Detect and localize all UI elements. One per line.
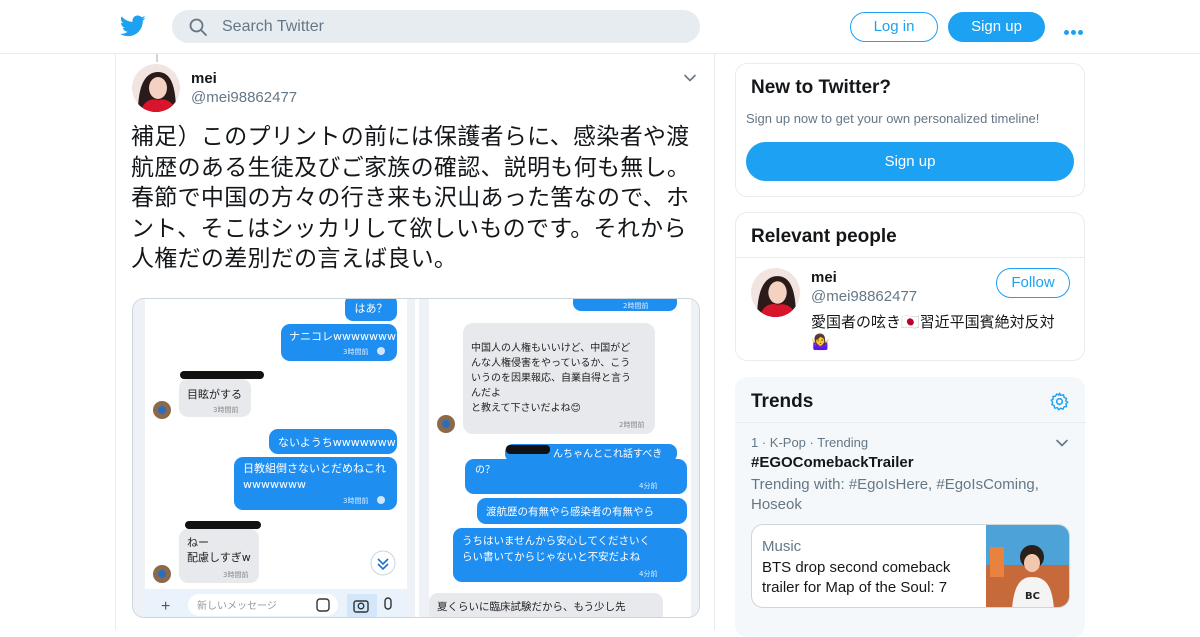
trend-hashtag[interactable]: #EGOComebackTrailer (751, 454, 914, 471)
more-dots-icon[interactable] (1064, 22, 1086, 35)
search-input[interactable] (222, 10, 682, 43)
relevant-people-card: Relevant people mei @mei98862477 Follow … (735, 212, 1085, 361)
gear-icon[interactable] (1049, 391, 1070, 412)
search-icon (189, 18, 207, 36)
sidebar-signup-button[interactable]: Sign up (746, 142, 1074, 181)
svg-text:+: + (161, 598, 170, 615)
svg-text:夏くらいに臨床試験だから、もう少し先: 夏くらいに臨床試験だから、もう少し先 (437, 600, 626, 613)
chevron-down-icon[interactable] (682, 70, 698, 86)
news-title: BTS drop second comeback trailer for Map… (762, 559, 951, 596)
bubble-text: 配慮しすぎw (187, 550, 251, 564)
trend-trending-with: Trending with: #EgoIsHere, #EgoIsComing,… (751, 476, 1039, 513)
relevant-people-title: Relevant people (751, 226, 897, 247)
new-to-twitter-card: New to Twitter? Sign up now to get your … (735, 63, 1085, 197)
bubble-time: 3時間前 (343, 347, 368, 356)
svg-text:4分前: 4分前 (639, 481, 657, 490)
bubble-time: 3時間前 (213, 405, 238, 414)
bubble-time: 3時間前 (223, 570, 248, 579)
bubble-text: はあ？ (355, 302, 388, 315)
svg-text:日教組倒さないとだめねこれ: 日教組倒さないとだめねこれ (243, 462, 386, 475)
svg-text:いうのを因果報応、自業自得と言う: いうのを因果報応、自業自得と言う (471, 371, 631, 384)
message-input-placeholder: 新しいメッセージ (197, 599, 277, 612)
svg-text:渡航歴の有無やら感染者の有無やら: 渡航歴の有無やら感染者の有無やら (486, 505, 654, 518)
svg-text:2時間前: 2時間前 (619, 420, 644, 429)
svg-text:の？: の？ (475, 465, 495, 476)
tweet-media-image[interactable]: .jp { font-family: "DejaVu Sans", sans-s… (132, 298, 700, 618)
trend-meta: 1 · K-Pop · Trending (751, 435, 869, 450)
person-name[interactable]: mei (811, 269, 837, 286)
new-to-twitter-title: New to Twitter? (751, 77, 892, 98)
bubble-text: 目眩がする (187, 387, 242, 401)
login-button[interactable]: Log in (850, 12, 938, 42)
trends-title: Trends (751, 391, 814, 412)
news-thumbnail: BC (986, 525, 1069, 607)
divider (736, 257, 1084, 258)
thread-line (156, 54, 158, 62)
news-category: Music (762, 538, 802, 555)
bubble-text: ねー (187, 536, 209, 549)
person-handle[interactable]: @mei98862477 (811, 288, 917, 305)
tweet-text: 補足）このプリントの前には保護者らに、感染者や渡航歴のある生徒及びご家族の確認、… (131, 124, 691, 272)
trend-news-card[interactable]: Music BTS drop second comeback trailer f… (751, 524, 1070, 608)
bubble-text: ナニコレwwwwwww (289, 330, 396, 343)
bubble-time: 2時間前 (623, 301, 648, 310)
svg-text:中国人の人権もいいけど、中国がど: 中国人の人権もいいけど、中国がど (471, 341, 630, 354)
svg-text:4分前: 4分前 (639, 569, 657, 578)
bubble-text: ないようちwwwwwww (278, 436, 396, 449)
user-handle[interactable]: @mei98862477 (191, 89, 297, 106)
avatar[interactable] (751, 268, 800, 317)
top-bar: Log in Sign up (0, 0, 1200, 54)
bubble-time: 3時間前 (343, 496, 368, 505)
twitter-bird-icon[interactable] (119, 13, 147, 39)
search-box[interactable] (172, 10, 700, 43)
tweet-column: mei @mei98862477 補足）このプリントの前には保護者らに、感染者や… (115, 54, 715, 630)
svg-text:らい書いてからじゃないと不安だよね: らい書いてからじゃないと不安だよね (462, 550, 641, 563)
follow-button[interactable]: Follow (996, 268, 1070, 298)
person-bio: 愛国者の呟き🇯🇵習近平国賓絶対反対🤷‍♀️ (811, 313, 1055, 351)
svg-text:wwwwwww: wwwwwww (243, 478, 306, 491)
svg-text:んな人権侵害をやっているか、こう: んな人権侵害をやっているか、こう (471, 356, 630, 369)
avatar[interactable] (132, 64, 180, 112)
divider (736, 422, 1086, 423)
svg-text:と教えて下さいだよね😊: と教えて下さいだよね😊 (471, 401, 581, 414)
trends-card: Trends 1 · K-Pop · Trending #EGOComeback… (735, 377, 1086, 637)
svg-text:BC: BC (1025, 591, 1040, 602)
chevron-down-icon[interactable] (1054, 435, 1070, 451)
svg-text:んだよ: んだよ (471, 387, 501, 399)
user-name[interactable]: mei (191, 70, 217, 87)
svg-text:うちはいませんから安心してくださいく: うちはいませんから安心してくださいく (462, 534, 650, 547)
svg-text:んちゃんとこれ話すべき: んちゃんとこれ話すべき (553, 447, 662, 460)
new-to-twitter-subtitle: Sign up now to get your own personalized… (746, 111, 1040, 126)
signup-button[interactable]: Sign up (948, 12, 1045, 42)
